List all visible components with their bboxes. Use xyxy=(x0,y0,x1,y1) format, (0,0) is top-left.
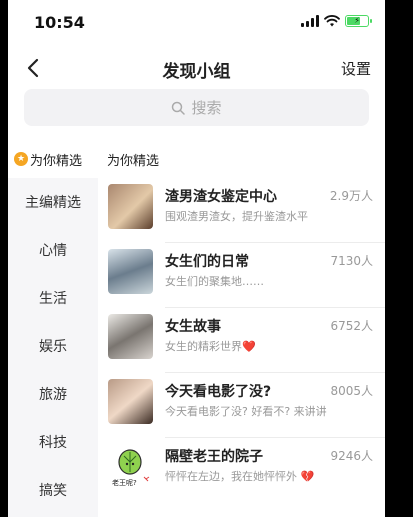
sidebar-list: 主编精选 心情 生活 娱乐 旅游 科技 搞笑 xyxy=(8,178,98,517)
list-item[interactable]: 渣男渣女鉴定中心 2.9万人 围观渣男渣女，提升鉴渣水平 xyxy=(98,178,385,243)
group-avatar xyxy=(108,249,153,294)
search-bar[interactable]: 搜索 xyxy=(24,89,369,126)
star-icon: ★ xyxy=(14,152,28,166)
wifi-icon xyxy=(324,15,340,27)
thumb-caption: 老王呢? xyxy=(112,478,137,487)
group-name: 渣男渣女鉴定中心 xyxy=(165,189,277,205)
status-time: 10:54 xyxy=(34,13,85,32)
group-description: 今天看电影了没? 好看不? 来讲讲 xyxy=(165,405,327,418)
member-count: 9246人 xyxy=(330,449,373,463)
member-count: 7130人 xyxy=(330,254,373,268)
search-icon xyxy=(172,101,186,115)
app-screen: 10:54 ⚡ 发现小组 设置 搜索 ★ 为你精选 主编精选 心情 生活 娱乐 … xyxy=(8,0,385,517)
sidebar-header[interactable]: ★ 为你精选 xyxy=(8,140,98,178)
group-avatar xyxy=(108,379,153,424)
sidebar-item-travel[interactable]: 旅游 xyxy=(8,370,98,418)
list-header: 为你精选 xyxy=(107,153,160,169)
member-count: 8005人 xyxy=(330,384,373,398)
list-item[interactable]: 女生故事 6752人 女生的精彩世界❤️ xyxy=(98,308,385,373)
group-description: 怦怦在左边，我在她怦怦外 💔 xyxy=(165,470,315,483)
sidebar-item-funny[interactable]: 搞笑 xyxy=(8,466,98,514)
cabbage-icon: 老王呢? xyxy=(112,449,150,487)
list-item[interactable]: 今天看电影了没? 8005人 今天看电影了没? 好看不? 来讲讲 xyxy=(98,373,385,438)
group-avatar xyxy=(108,314,153,359)
sidebar-item-editors-pick[interactable]: 主编精选 xyxy=(8,178,98,226)
list-item[interactable]: 女生们的日常 7130人 女生们的聚集地…… xyxy=(98,243,385,308)
group-name: 隔壁老王的院子 xyxy=(165,449,263,465)
sidebar-item-mood[interactable]: 心情 xyxy=(8,226,98,274)
settings-button[interactable]: 设置 xyxy=(341,58,371,79)
group-description: 女生的精彩世界❤️ xyxy=(165,340,256,353)
sidebar-item-tech[interactable]: 科技 xyxy=(8,418,98,466)
battery-icon: ⚡ xyxy=(345,15,372,27)
status-icons: ⚡ xyxy=(301,15,372,27)
group-list: 为你精选 渣男渣女鉴定中心 2.9万人 围观渣男渣女，提升鉴渣水平 女生们的日常… xyxy=(98,140,385,517)
group-name: 女生故事 xyxy=(165,319,221,335)
nav-bar: 发现小组 设置 xyxy=(8,48,385,88)
group-name: 女生们的日常 xyxy=(165,254,249,270)
group-avatar: 老王呢? xyxy=(108,444,153,489)
group-name: 今天看电影了没? xyxy=(165,384,272,400)
member-count: 2.9万人 xyxy=(329,189,373,203)
group-description: 围观渣男渣女，提升鉴渣水平 xyxy=(165,210,308,223)
group-description: 女生们的聚集地…… xyxy=(165,275,264,288)
list-item[interactable]: 老王呢? 隔壁老王的院子 9246人 怦怦在左边，我在她怦怦外 💔 xyxy=(98,438,385,503)
group-avatar xyxy=(108,184,153,229)
search-placeholder: 搜索 xyxy=(191,99,222,117)
signal-icon xyxy=(301,15,319,27)
page-title: 发现小组 xyxy=(162,62,231,82)
sidebar-item-life[interactable]: 生活 xyxy=(8,274,98,322)
sidebar-header-label: 为你精选 xyxy=(30,153,83,169)
member-count: 6752人 xyxy=(330,319,373,333)
category-sidebar: ★ 为你精选 主编精选 心情 生活 娱乐 旅游 科技 搞笑 xyxy=(8,140,98,517)
status-bar: 10:54 ⚡ xyxy=(8,0,385,44)
sidebar-item-entertainment[interactable]: 娱乐 xyxy=(8,322,98,370)
